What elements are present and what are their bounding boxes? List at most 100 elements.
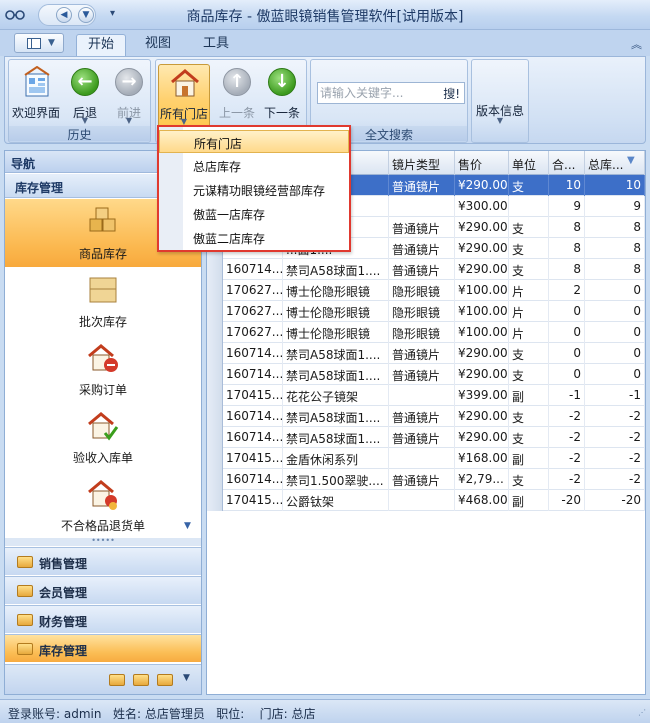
boxes-icon xyxy=(89,207,116,232)
table-cell: 支 xyxy=(509,259,549,280)
table-cell: ¥100.00 xyxy=(455,301,509,322)
nav-group-members[interactable]: 会员管理 xyxy=(5,576,201,604)
home-button[interactable]: 欢迎界面 xyxy=(11,64,61,126)
table-cell: 170627... xyxy=(223,322,283,343)
table-cell: 支 xyxy=(509,406,549,427)
row-header[interactable] xyxy=(207,427,223,448)
row-header[interactable] xyxy=(207,469,223,490)
nav-group-finance[interactable]: 财务管理 xyxy=(5,605,201,633)
table-cell: 普通镜片 xyxy=(389,238,455,259)
store-option-aolan-2[interactable]: 傲蓝二店库存 xyxy=(159,226,349,249)
table-row[interactable]: 160714... 禁司A58球面1.... 普通镜片 ¥290.00 支 8 8 xyxy=(207,259,645,280)
search-input[interactable] xyxy=(320,85,430,101)
column-header[interactable]: 总库... xyxy=(585,151,645,175)
version-info-button[interactable]: 版本信息 ▼ xyxy=(474,64,526,126)
folder-icon xyxy=(17,556,33,568)
table-cell: 9 xyxy=(585,196,645,217)
table-cell: -2 xyxy=(585,448,645,469)
table-cell: 禁司A58球面1.... xyxy=(283,343,389,364)
nav-item-purchase-order[interactable]: 采购订单 xyxy=(5,335,201,403)
forward-button[interactable]: → 前进 ▼ xyxy=(109,64,149,126)
chevron-down-icon: ▼ xyxy=(125,116,133,125)
nav-item-batch-stock[interactable]: 批次库存 xyxy=(5,267,201,335)
table-cell: 160714... xyxy=(223,469,283,490)
table-cell: 0 xyxy=(549,322,585,343)
table-cell: 普通镜片 xyxy=(389,406,455,427)
all-stores-button[interactable]: 所有门店 ▼ xyxy=(158,64,210,128)
folder-icon xyxy=(17,643,33,655)
folder-icon[interactable] xyxy=(109,674,125,686)
store-option-main[interactable]: 总店库存 xyxy=(159,154,349,177)
splitter-grip[interactable]: ••••• xyxy=(5,537,201,546)
column-header[interactable]: 镜片类型 xyxy=(389,151,455,175)
row-header[interactable] xyxy=(207,406,223,427)
table-row[interactable]: 170627... 博士伦隐形眼镜 隐形眼镜 ¥100.00 片 2 0 xyxy=(207,280,645,301)
table-cell: 支 xyxy=(509,343,549,364)
nav-item-receiving[interactable]: 验收入库单 xyxy=(5,403,201,471)
chevron-down-icon[interactable]: ▼ xyxy=(183,673,190,683)
home-screen-icon xyxy=(24,66,50,97)
row-header[interactable] xyxy=(207,364,223,385)
table-row[interactable]: 160714... 禁司1.500翠驶.... 普通镜片 ¥2,79... 支 -2 -2 xyxy=(207,469,645,490)
row-header[interactable] xyxy=(207,322,223,343)
next-record-button[interactable]: ↓ 下一条 xyxy=(260,64,304,126)
table-cell: 支 xyxy=(509,427,549,448)
chevron-down-icon: ▼ xyxy=(48,38,55,48)
row-header[interactable] xyxy=(207,259,223,280)
store-option-aolan-1[interactable]: 傲蓝一店库存 xyxy=(159,202,349,225)
row-header[interactable] xyxy=(207,343,223,364)
app-menu-icon xyxy=(27,38,41,49)
nav-group-inventory[interactable]: 库存管理 xyxy=(5,634,201,662)
folder-icon[interactable] xyxy=(157,674,173,686)
row-header[interactable] xyxy=(207,490,223,511)
column-header[interactable]: 合... xyxy=(549,151,585,175)
table-cell: 禁司A58球面1.... xyxy=(283,364,389,385)
table-row[interactable]: 160714... 禁司A58球面1.... 普通镜片 ¥290.00 支 0 0 xyxy=(207,364,645,385)
table-row[interactable]: 170627... 博士伦隐形眼镜 隐形眼镜 ¥100.00 片 0 0 xyxy=(207,301,645,322)
table-row[interactable]: 170415... 公爵钛架 ¥468.00 副 -20 -20 xyxy=(207,490,645,511)
tab-start[interactable]: 开始 xyxy=(76,34,126,56)
row-header[interactable] xyxy=(207,448,223,469)
name-value: 总店管理员 xyxy=(144,707,205,721)
tab-tools[interactable]: 工具 xyxy=(194,34,238,56)
table-cell: 8 xyxy=(585,238,645,259)
table-row[interactable]: 170415... 花花公子镜架 ¥399.00 副 -1 -1 xyxy=(207,385,645,406)
table-row[interactable]: 170627... 博士伦隐形眼镜 隐形眼镜 ¥100.00 片 0 0 xyxy=(207,322,645,343)
collapse-ribbon-icon[interactable]: ︽ xyxy=(631,36,642,52)
back-arrow-icon: ← xyxy=(71,68,99,96)
house-coins-icon xyxy=(88,480,117,510)
row-header[interactable] xyxy=(207,301,223,322)
row-header[interactable] xyxy=(207,385,223,406)
table-cell: 8 xyxy=(585,259,645,280)
table-cell: 片 xyxy=(509,280,549,301)
nav-group-sales[interactable]: 销售管理 xyxy=(5,547,201,575)
name-label: 姓名: xyxy=(112,707,141,721)
search-button[interactable]: 搜! xyxy=(443,85,460,102)
table-cell: ¥290.00 xyxy=(455,175,509,196)
column-header[interactable]: 单位 xyxy=(509,151,549,175)
table-row[interactable]: 160714... 禁司A58球面1.... 普通镜片 ¥290.00 支 -2 -2 xyxy=(207,427,645,448)
row-header[interactable] xyxy=(207,280,223,301)
next-record-label: 下一条 xyxy=(263,106,300,120)
table-row[interactable]: 160714... 禁司A58球面1.... 普通镜片 ¥290.00 支 0 0 xyxy=(207,343,645,364)
back-button[interactable]: ← 后退 ▼ xyxy=(65,64,105,126)
previous-record-button[interactable]: ↑ 上一条 xyxy=(216,64,258,126)
store-option-yuanmou[interactable]: 元谋精功眼镜经营部库存 xyxy=(159,178,349,201)
nav-item-defect-return[interactable]: 不合格品退货单 xyxy=(5,471,201,539)
app-menu-button[interactable]: ▼ xyxy=(14,33,64,53)
table-row[interactable]: 160714... 禁司A58球面1.... 普通镜片 ¥290.00 支 -2 -2 xyxy=(207,406,645,427)
resize-grip-icon[interactable]: ⋰ xyxy=(638,708,646,717)
table-cell: -2 xyxy=(549,469,585,490)
table-cell: ¥290.00 xyxy=(455,406,509,427)
tab-view[interactable]: 视图 xyxy=(136,34,180,56)
sort-descending-icon[interactable]: ▼ xyxy=(627,155,635,166)
table-cell: -2 xyxy=(585,427,645,448)
table-cell: 副 xyxy=(509,448,549,469)
folder-icon[interactable] xyxy=(133,674,149,686)
column-header[interactable]: 售价 xyxy=(455,151,509,175)
table-row[interactable]: 170415... 金盾休闲系列 ¥168.00 副 -2 -2 xyxy=(207,448,645,469)
store-option-all[interactable]: 所有门店 xyxy=(159,130,349,153)
table-cell xyxy=(389,385,455,406)
window-title: 商品库存 - 傲蓝眼镜销售管理软件[试用版本] xyxy=(186,9,464,25)
nav-scroll-down-icon[interactable]: ▼ xyxy=(184,521,191,531)
